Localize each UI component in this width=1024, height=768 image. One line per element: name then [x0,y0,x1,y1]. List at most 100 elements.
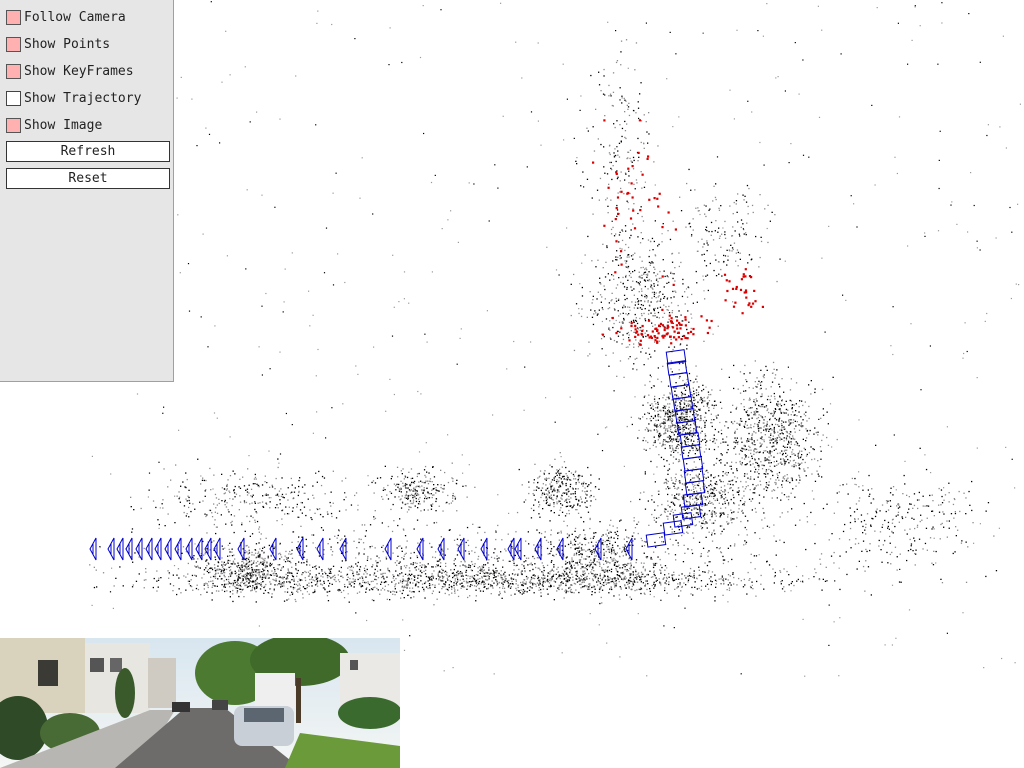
map-point [521,573,523,576]
map-point [655,407,657,409]
map-point [715,489,718,491]
map-point [456,584,458,586]
map-point [397,555,399,557]
map-point [657,406,659,408]
map-point [446,577,448,580]
map-point [810,446,812,448]
map-point [668,425,670,427]
map-point [424,566,426,568]
map-point [383,581,385,584]
map-point [438,570,441,572]
map-point [485,579,487,581]
map-point [696,415,698,417]
map-point [763,440,765,443]
map-point [715,583,717,585]
map-point [688,578,690,580]
map-point [529,570,531,572]
map-point [686,328,688,331]
map-point [645,352,647,354]
map-point [745,411,747,413]
map-point [727,561,729,563]
map-point [484,583,487,585]
map-point [624,260,626,262]
map-point [350,585,352,587]
map-point [438,579,440,581]
map-point [240,582,242,584]
map-point [329,590,331,592]
map-point [664,447,666,450]
map-point [630,500,632,503]
map-point [679,343,682,345]
map-point [579,542,581,544]
map-point [650,556,652,559]
map-point [671,531,673,533]
map-point [393,579,395,582]
map-point [425,569,427,571]
map-point [416,519,419,521]
map-point [695,378,697,380]
map-point [774,465,776,467]
map-point [559,484,561,487]
map-point [780,412,783,414]
map-point [547,494,549,496]
map-point [663,465,666,467]
map-point [584,577,586,579]
map-point [768,428,770,430]
map-point [466,526,469,529]
map-point [675,480,677,482]
map-point [563,478,565,480]
map-point [437,574,439,576]
map-point [763,439,765,441]
map-point [387,569,389,571]
map-point [769,437,772,439]
map-point [590,482,592,484]
map-point [770,428,772,430]
map-point [696,301,698,303]
map-point [574,478,577,480]
map-point [423,588,425,590]
map-point [511,580,513,583]
map-point [639,329,641,331]
map-point [318,555,321,557]
map-point [649,374,651,376]
map-point [327,543,329,545]
map-point [720,459,722,461]
map-point [649,447,651,450]
map-point [428,480,430,482]
map-point [640,562,643,564]
map-point [756,439,759,441]
map-point [711,532,713,534]
map-point [750,476,752,478]
map-point [549,464,551,466]
map-point [381,496,383,498]
map-point [457,578,459,581]
map-point [676,445,678,447]
map-point [746,380,748,383]
map-point [698,566,700,568]
map-point [642,416,644,418]
map-point [358,568,361,571]
map-point [713,407,715,409]
map-point [587,588,589,590]
map-point [328,568,330,570]
map-point [612,275,615,277]
map-point [635,574,637,576]
map-point [790,492,792,494]
map-point [456,550,459,552]
map-point [416,475,418,478]
map-point [393,520,395,522]
map-point [664,413,667,415]
map-point [644,413,646,415]
map-point [696,282,698,284]
map-point [802,438,804,440]
map-point [358,538,360,540]
map-point [713,448,716,451]
map-point [300,589,302,592]
map-point [694,409,696,411]
map-point [671,438,673,441]
map-point [421,485,423,487]
map-point [694,487,697,489]
map-point [781,512,783,514]
map-point [808,433,810,435]
map-point [194,574,196,576]
